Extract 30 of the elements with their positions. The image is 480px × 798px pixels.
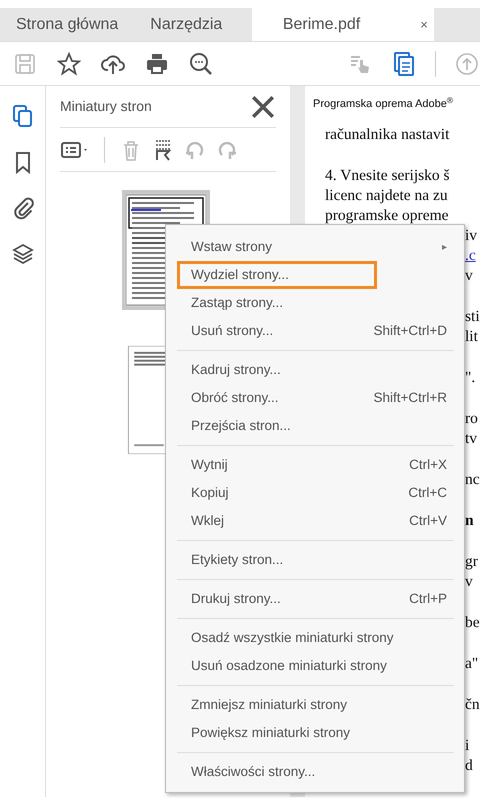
document-text: lit <box>465 326 478 346</box>
shortcut-text: Ctrl+C <box>408 484 447 502</box>
shortcut-text: Ctrl+V <box>409 512 447 530</box>
document-text: n <box>465 510 474 530</box>
document-text: sti <box>465 306 480 326</box>
shortcut-text: Ctrl+P <box>409 590 447 608</box>
document-text: be <box>465 612 480 632</box>
document-text: a" <box>465 654 478 674</box>
document-text: programske opreme <box>325 206 449 226</box>
panel-title: Miniatury stron <box>60 97 152 116</box>
document-text: 4. Vnesite serijsko š <box>325 166 450 186</box>
submenu-arrow: ▸ <box>442 240 447 254</box>
document-text: čn <box>465 694 480 714</box>
document-header: Programska oprema Adobe$^{®}$ <box>312 94 454 112</box>
document-text: računalnika nastavit <box>325 124 450 144</box>
document-text: d <box>465 756 473 776</box>
document-text: v <box>465 572 473 592</box>
shortcut-text: Shift+Ctrl+R <box>373 388 447 407</box>
tab-label: Berime.pdf <box>282 14 360 34</box>
shortcut-text: Shift+Ctrl+D <box>373 322 447 340</box>
document-text: nc <box>465 470 480 490</box>
document-text: iv <box>465 226 478 246</box>
shortcut-text: Ctrl+X <box>409 456 447 474</box>
document-text: ro <box>465 408 478 428</box>
document-text: licenc najdete na zu <box>325 186 448 206</box>
document-text: ". <box>465 368 476 388</box>
document-text: gr <box>465 552 478 572</box>
document-text: i <box>465 736 470 756</box>
document-text: v <box>465 266 473 286</box>
document-text: tv <box>465 428 478 448</box>
